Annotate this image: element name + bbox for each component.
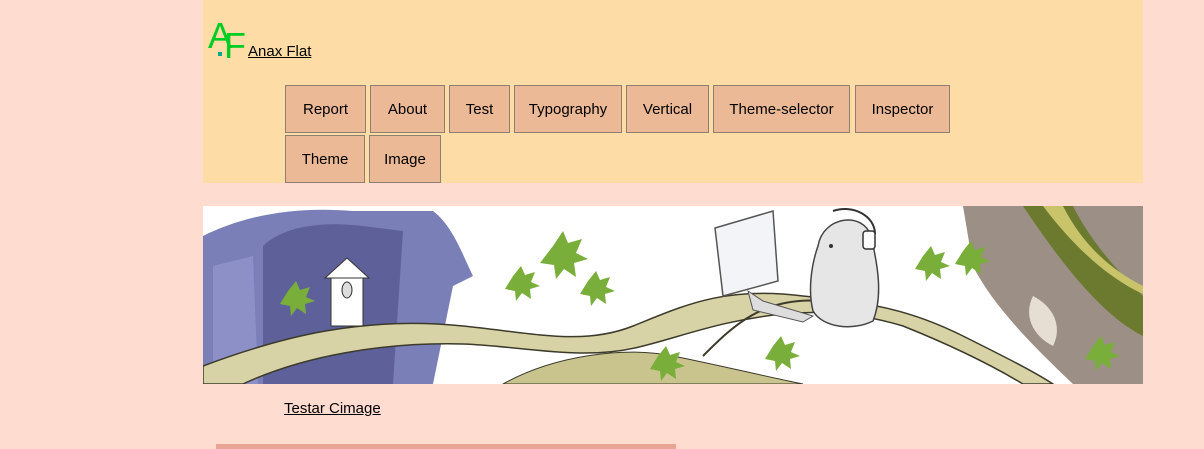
hero-illustration-icon bbox=[203, 206, 1143, 384]
site-header: AF Anax Flat Report About Test Typograph… bbox=[203, 0, 1143, 183]
nav-item-theme[interactable]: Theme bbox=[285, 135, 365, 183]
nav-item-vertical[interactable]: Vertical bbox=[626, 85, 709, 133]
nav-item-report[interactable]: Report bbox=[285, 85, 366, 133]
site-name: Anax Flat bbox=[248, 43, 312, 60]
nav-item-theme-selector[interactable]: Theme-selector bbox=[713, 85, 850, 133]
nav-item-inspector[interactable]: Inspector bbox=[855, 85, 950, 133]
nav-item-image[interactable]: Image bbox=[369, 135, 441, 183]
site-title-link[interactable]: AF Anax Flat bbox=[208, 18, 311, 64]
hero-illustration bbox=[203, 206, 1143, 384]
site-logo-icon: AF bbox=[208, 15, 246, 66]
caption-link[interactable]: Testar Cimage bbox=[284, 400, 381, 417]
nav-item-test[interactable]: Test bbox=[449, 85, 510, 133]
nav-item-about[interactable]: About bbox=[370, 85, 445, 133]
footer-divider bbox=[216, 444, 676, 449]
nav-item-typography[interactable]: Typography bbox=[514, 85, 622, 133]
